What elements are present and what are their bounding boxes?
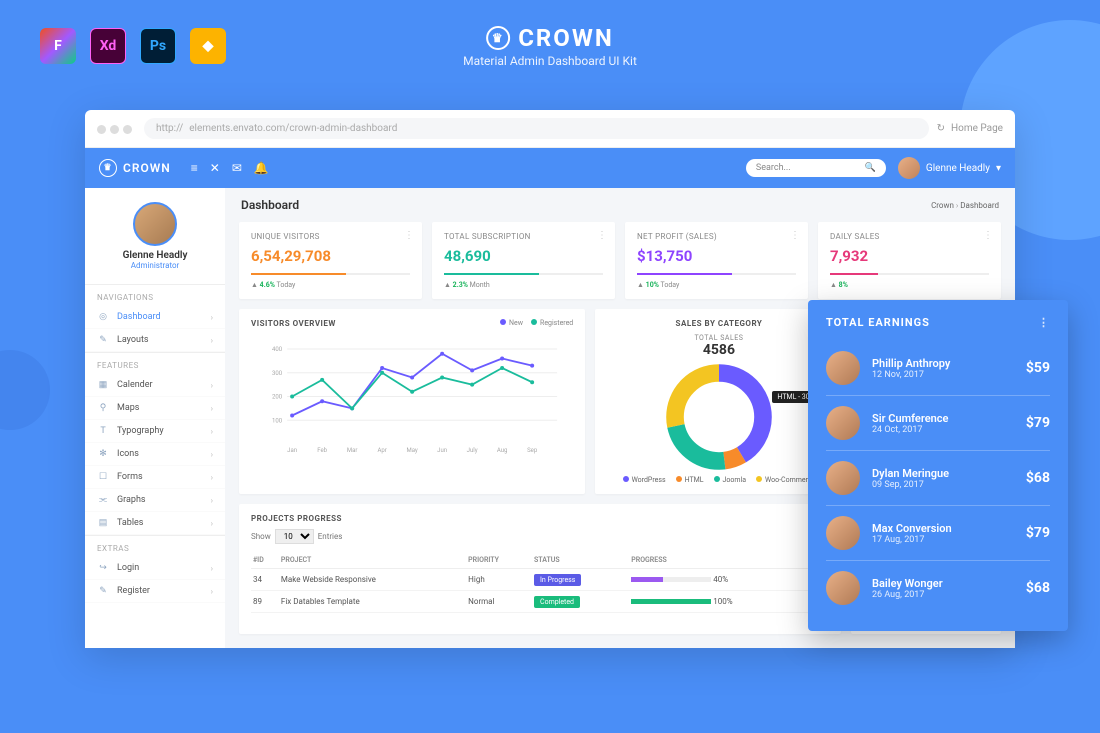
table-row[interactable]: 89Fix Datables TemplateNormalCompleted 1… [251, 591, 829, 613]
svg-text:300: 300 [272, 370, 283, 377]
avatar [826, 351, 860, 385]
svg-text:Mar: Mar [347, 447, 358, 454]
svg-text:Apr: Apr [377, 447, 386, 454]
entries-select[interactable]: 10 [275, 529, 314, 544]
nav-icon: ⚲ [97, 403, 109, 413]
stat-card: ⋮UNIQUE VISITORS6,54,29,708▲ 4.6% Today [239, 222, 422, 299]
earning-row[interactable]: Bailey Wonger26 Aug, 2017$68 [826, 561, 1050, 615]
svg-text:Sep: Sep [527, 447, 538, 454]
sidebar-item[interactable]: ▤Tables› [85, 512, 225, 535]
sidebar-item[interactable]: ⫘Graphs› [85, 489, 225, 512]
svg-text:200: 200 [272, 394, 283, 401]
svg-text:May: May [406, 447, 417, 454]
projects-progress-card: PROJECTS PROGRESS Show 10 Entries #IDPRO… [239, 504, 841, 634]
url-bar[interactable]: http://elements.envato.com/crown-admin-d… [144, 118, 929, 139]
more-icon[interactable]: ⋮ [404, 230, 414, 241]
sidebar-item[interactable]: ↪Login› [85, 557, 225, 580]
earning-row[interactable]: Dylan Meringue09 Sep, 2017$68 [826, 451, 1050, 506]
sidebar-item[interactable]: ✻Icons› [85, 443, 225, 466]
stat-card: ⋮NET PROFIT (SALES)$13,750▲ 10% Today [625, 222, 808, 299]
earning-row[interactable]: Sir Cumference24 Oct, 2017$79 [826, 396, 1050, 451]
stat-card: ⋮TOTAL SUBSCRIPTION48,690▲ 2.3% Month [432, 222, 615, 299]
nav-icon: ▦ [97, 380, 109, 390]
chevron-right-icon: › [211, 381, 213, 390]
sidebar-item[interactable]: ☐Forms› [85, 466, 225, 489]
profile-avatar [133, 202, 177, 246]
sidebar-item[interactable]: ✎Register› [85, 580, 225, 603]
visitors-overview-card: VISITORS OVERVIEW New Registered 1002003… [239, 309, 585, 494]
avatar [826, 406, 860, 440]
sidebar-section-label: EXTRAS [85, 535, 225, 557]
mail-icon[interactable]: ✉ [232, 161, 242, 175]
earning-row[interactable]: Phillip Anthropy12 Nov, 2017$59 [826, 341, 1050, 396]
sidebar-section-label: FEATURES [85, 352, 225, 374]
total-earnings-panel: TOTAL EARNINGS⋮ Phillip Anthropy12 Nov, … [808, 300, 1068, 631]
sidebar-item[interactable]: TTypography› [85, 420, 225, 443]
tools-icon[interactable]: ✕ [210, 161, 220, 175]
nav-icon: ✎ [97, 335, 109, 345]
home-page-link[interactable]: ↻ Home Page [937, 123, 1003, 134]
svg-text:Jun: Jun [437, 447, 447, 454]
chevron-right-icon: › [211, 313, 213, 322]
nav-icon: T [97, 426, 109, 436]
xd-icon: Xd [90, 28, 126, 64]
nav-icon: ↪ [97, 563, 109, 573]
chevron-right-icon: › [211, 336, 213, 345]
sidebar-item[interactable]: ✎Layouts› [85, 329, 225, 352]
chevron-right-icon: › [211, 587, 213, 596]
sales-category-card: SALES BY CATEGORY TOTAL SALES 4586 HTML … [595, 309, 842, 494]
sidebar-item[interactable]: ⚲Maps› [85, 397, 225, 420]
more-icon[interactable]: ⋮ [1038, 316, 1050, 329]
nav-icon: ▤ [97, 518, 109, 528]
figma-icon: F [40, 28, 76, 64]
sidebar: Glenne Headly Administrator NAVIGATIONS◎… [85, 188, 225, 648]
chevron-right-icon: › [211, 427, 213, 436]
svg-text:400: 400 [272, 346, 283, 353]
visitors-legend: New Registered [500, 319, 573, 327]
menu-icon[interactable]: ≡ [191, 161, 198, 175]
chevron-right-icon: › [211, 450, 213, 459]
ps-icon: Ps [140, 28, 176, 64]
avatar [826, 571, 860, 605]
chevron-right-icon: › [211, 404, 213, 413]
svg-text:Aug: Aug [497, 447, 508, 454]
sidebar-section-label: NAVIGATIONS [85, 284, 225, 306]
user-menu[interactable]: Glenne Headly ▾ [898, 157, 1001, 179]
table-row[interactable]: 34Make Webside ResponsiveHighIn Progress… [251, 569, 829, 591]
chevron-right-icon: › [211, 564, 213, 573]
profile-role: Administrator [85, 261, 225, 270]
sketch-icon: ◆ [190, 28, 226, 64]
chevron-right-icon: › [211, 519, 213, 528]
nav-icon: ◎ [97, 312, 109, 322]
more-icon[interactable]: ⋮ [983, 230, 993, 241]
nav-icon: ☐ [97, 472, 109, 482]
svg-text:100: 100 [272, 417, 283, 424]
profile-name: Glenne Headly [85, 250, 225, 261]
avatar [826, 516, 860, 550]
page-title: Dashboard [241, 198, 299, 212]
nav-icon: ✎ [97, 586, 109, 596]
chevron-right-icon: › [211, 496, 213, 505]
nav-icon: ⫘ [97, 495, 109, 505]
bell-icon[interactable]: 🔔 [254, 161, 269, 175]
earning-row[interactable]: Max Conversion17 Aug, 2017$79 [826, 506, 1050, 561]
avatar [826, 461, 860, 495]
window-dots [97, 119, 136, 138]
search-input[interactable]: Search...🔍 [746, 159, 886, 177]
nav-icon: ✻ [97, 449, 109, 459]
sidebar-item[interactable]: ▦Calender› [85, 374, 225, 397]
svg-text:July: July [467, 447, 478, 454]
svg-text:Jan: Jan [287, 447, 297, 454]
more-icon[interactable]: ⋮ [790, 230, 800, 241]
app-logo[interactable]: ♛CROWN [99, 159, 171, 177]
breadcrumb: Crown › Dashboard [931, 201, 999, 210]
sidebar-item[interactable]: ◎Dashboard› [85, 306, 225, 329]
chevron-right-icon: › [211, 473, 213, 482]
more-icon[interactable]: ⋮ [597, 230, 607, 241]
svg-text:Feb: Feb [317, 447, 327, 454]
stat-card: ⋮DAILY SALES7,932▲ 8% [818, 222, 1001, 299]
avatar [898, 157, 920, 179]
